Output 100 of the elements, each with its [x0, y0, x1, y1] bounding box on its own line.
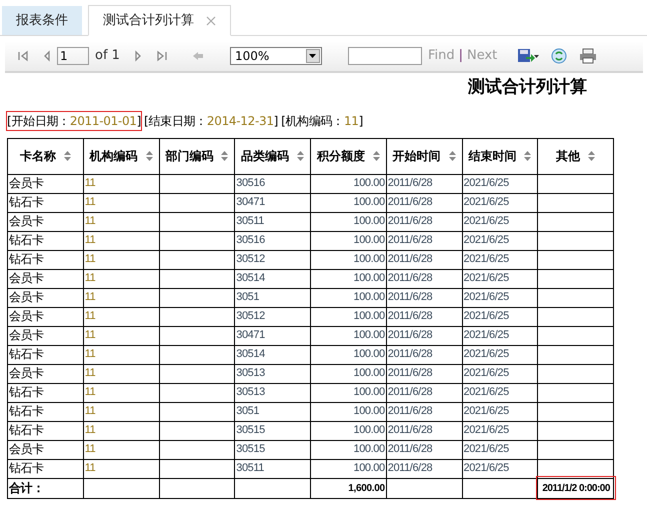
table-cell: 2011/6/28 — [386, 193, 462, 212]
total-cell: 合计： — [8, 478, 84, 498]
sort-icon[interactable] — [448, 151, 456, 161]
table-cell: 2021/6/25 — [462, 421, 538, 440]
table-cell: 2011/6/28 — [386, 345, 462, 364]
table-cell: 钻石卡 — [8, 345, 84, 364]
table-cell: 100.00 — [310, 402, 386, 421]
table-cell: 30512 — [234, 250, 310, 269]
table-cell: 2011/6/28 — [386, 212, 462, 231]
tab[interactable]: 报表条件 — [2, 6, 82, 35]
table-cell: 100.00 — [310, 193, 386, 212]
table-cell: 11 — [83, 212, 159, 231]
table-cell: 2011/6/28 — [386, 250, 462, 269]
sort-icon[interactable] — [588, 151, 596, 161]
table-cell: 2011/6/28 — [386, 402, 462, 421]
table-cell: 2021/6/25 — [462, 307, 538, 326]
column-header[interactable]: 机构编码 — [83, 138, 159, 174]
total-cell: 2011/1/2 0:00:00 — [538, 478, 614, 498]
table-cell: 会员卡 — [8, 288, 84, 307]
table-cell: 30514 — [234, 345, 310, 364]
sort-icon[interactable] — [221, 151, 228, 161]
save-icon[interactable] — [517, 48, 540, 64]
table-cell: 100.00 — [310, 307, 386, 326]
back-icon[interactable] — [192, 50, 204, 62]
table-cell: 100.00 — [310, 288, 386, 307]
sort-icon[interactable] — [297, 151, 304, 161]
table-cell: 11 — [83, 269, 159, 288]
table-cell: 11 — [83, 250, 159, 269]
table-cell: 100.00 — [310, 212, 386, 231]
dropdown-icon — [309, 54, 316, 58]
column-header[interactable]: 开始时间 — [386, 138, 462, 174]
table-cell: 100.00 — [310, 421, 386, 440]
table-cell: 钻石卡 — [8, 402, 84, 421]
table-cell: 钻石卡 — [8, 459, 84, 478]
column-header[interactable]: 积分额度 — [310, 138, 386, 174]
table-cell: 11 — [83, 345, 159, 364]
table-cell: 30511 — [234, 212, 310, 231]
report-parameter: [开始日期：2011-01-01] — [7, 112, 142, 130]
find-field[interactable] — [348, 47, 422, 65]
table-cell: 2011/6/28 — [386, 364, 462, 383]
table-cell: 11 — [83, 174, 159, 193]
table-cell: 11 — [83, 364, 159, 383]
table-cell: 会员卡 — [8, 440, 84, 459]
table-cell: 100.00 — [310, 231, 386, 250]
first-page-icon[interactable] — [17, 50, 29, 62]
table-cell: 11 — [83, 288, 159, 307]
tab[interactable]: 测试合计列计算 — [88, 5, 231, 36]
table-cell: 2011/6/28 — [386, 440, 462, 459]
table-cell: 2011/6/28 — [386, 307, 462, 326]
table-cell: 2011/6/28 — [386, 231, 462, 250]
zoom-select[interactable]: 100% — [230, 47, 322, 65]
table-cell: 11 — [83, 326, 159, 345]
table-cell: 30513 — [234, 383, 310, 402]
close-icon[interactable] — [206, 16, 216, 26]
table-cell: 2011/6/28 — [386, 459, 462, 478]
print-icon[interactable] — [579, 48, 598, 64]
table-cell: 2011/6/28 — [386, 269, 462, 288]
table-cell: 会员卡 — [8, 307, 84, 326]
table-cell: 30515 — [234, 440, 310, 459]
table-cell: 100.00 — [310, 459, 386, 478]
sort-icon[interactable] — [146, 151, 153, 161]
table-cell: 100.00 — [310, 250, 386, 269]
table-cell: 2021/6/25 — [462, 212, 538, 231]
page-count: of 1 — [95, 47, 120, 66]
table-cell: 2011/6/28 — [386, 288, 462, 307]
column-header[interactable]: 结束时间 — [462, 138, 538, 174]
report-parameter: [结束日期：2014-12-31] — [144, 112, 278, 130]
table-cell: 2021/6/25 — [462, 364, 538, 383]
column-header[interactable]: 部门编码 — [159, 138, 235, 174]
table-cell: 3051 — [234, 288, 310, 307]
table-cell: 100.00 — [310, 364, 386, 383]
table-cell: 11 — [83, 307, 159, 326]
table-cell: 100.00 — [310, 440, 386, 459]
table-cell: 2021/6/25 — [462, 231, 538, 250]
table-cell: 2011/6/28 — [386, 174, 462, 193]
last-page-icon[interactable] — [156, 50, 168, 62]
table-cell: 11 — [83, 402, 159, 421]
table-cell: 2021/6/25 — [462, 193, 538, 212]
sort-icon[interactable] — [524, 151, 532, 161]
sort-icon[interactable] — [372, 151, 380, 161]
table-cell: 30512 — [234, 307, 310, 326]
table-cell: 钻石卡 — [8, 421, 84, 440]
table-cell: 100.00 — [310, 326, 386, 345]
table-cell: 2021/6/25 — [462, 459, 538, 478]
report-title: 测试合计列计算 — [468, 76, 587, 99]
table-cell: 钻石卡 — [8, 231, 84, 250]
sort-icon[interactable] — [64, 151, 71, 161]
table-cell: 会员卡 — [8, 269, 84, 288]
table-cell: 30516 — [234, 174, 310, 193]
column-header[interactable]: 品类编码 — [234, 138, 310, 174]
refresh-icon[interactable] — [551, 48, 568, 64]
table-cell: 2021/6/25 — [462, 345, 538, 364]
column-header[interactable]: 其他 — [538, 138, 614, 174]
table-cell: 100.00 — [310, 383, 386, 402]
table-cell: 3051 — [234, 402, 310, 421]
column-header[interactable]: 卡名称 — [8, 138, 84, 174]
separator: | — [458, 47, 463, 66]
table-cell: 11 — [83, 459, 159, 478]
page-field[interactable]: 1 — [57, 47, 89, 65]
table-cell: 30511 — [234, 459, 310, 478]
